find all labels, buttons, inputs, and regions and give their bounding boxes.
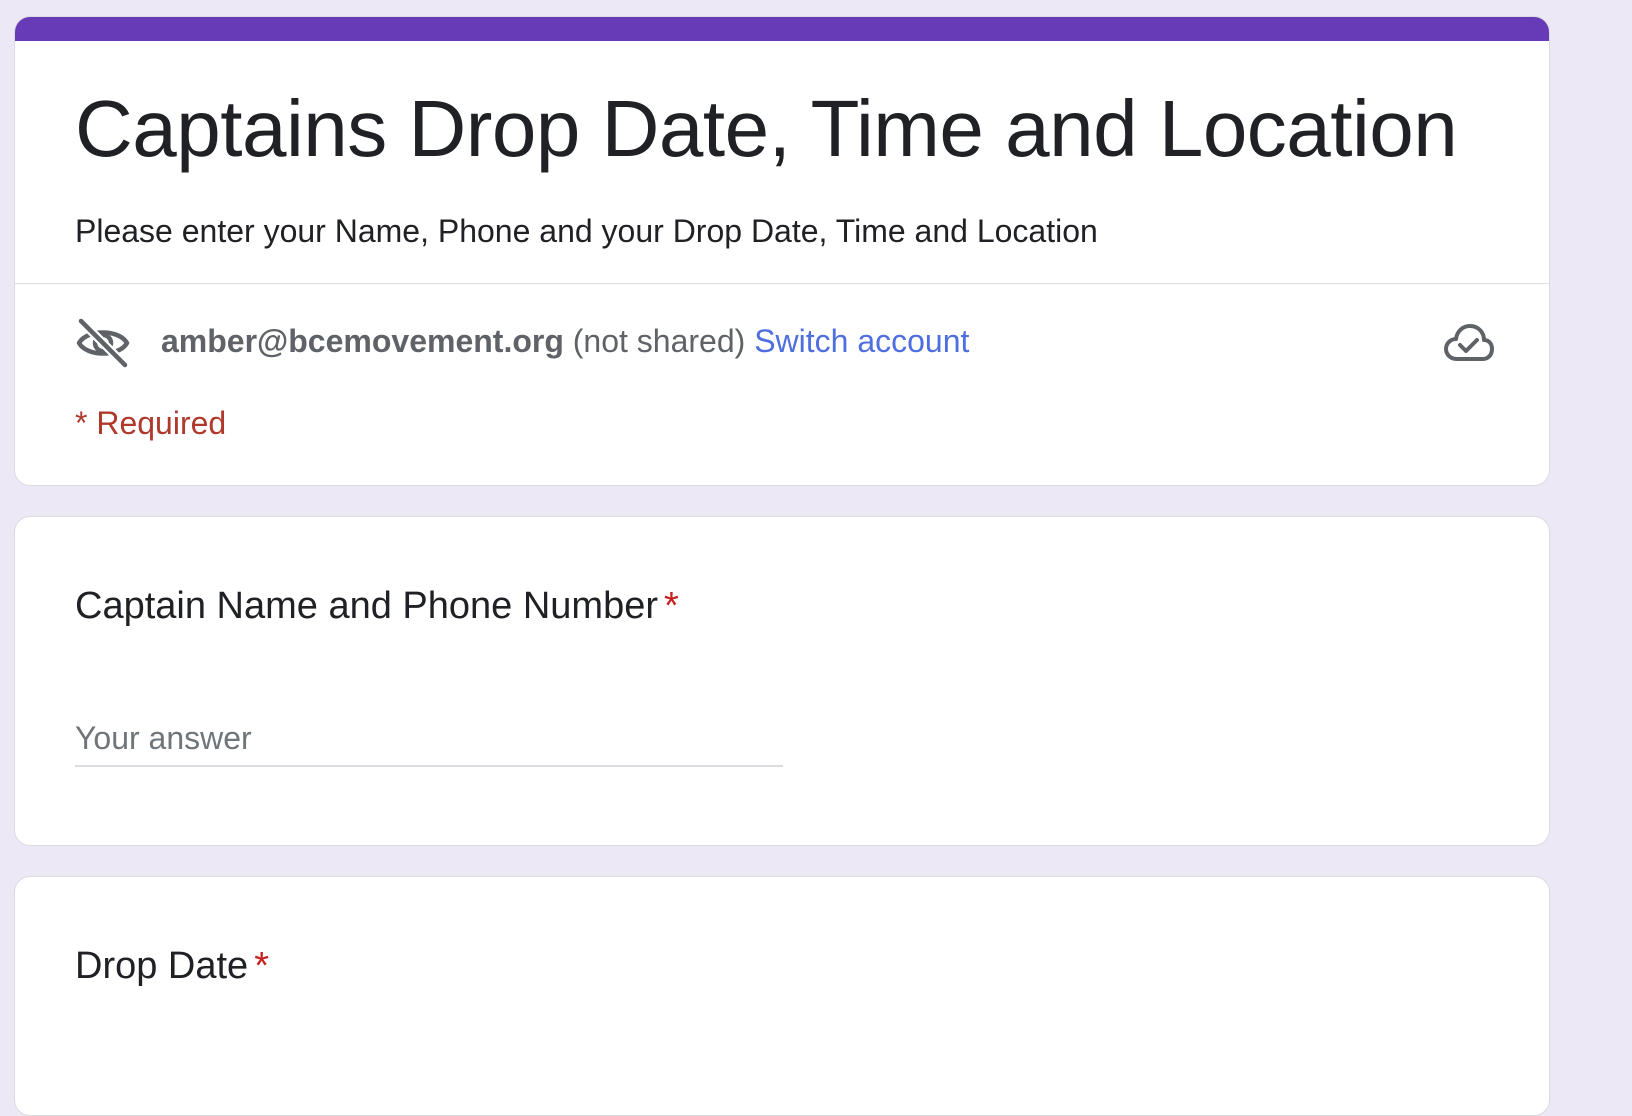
question-card-captain-name: Captain Name and Phone Number *: [14, 516, 1550, 846]
account-row: amber@bcemovement.org (not shared) Switc…: [75, 315, 1495, 371]
switch-account-link[interactable]: Switch account: [754, 323, 969, 359]
required-note: * Required: [75, 405, 227, 441]
question-title-text: Drop Date: [75, 945, 249, 987]
required-asterisk: *: [664, 585, 679, 627]
cloud-done-icon: [1443, 321, 1495, 365]
required-asterisk: *: [254, 945, 269, 987]
divider: [15, 283, 1549, 284]
form-header-card: Captains Drop Date, Time and Location Pl…: [14, 16, 1550, 486]
account-info: amber@bcemovement.org (not shared) Switc…: [161, 321, 969, 361]
question-title-text: Captain Name and Phone Number: [75, 585, 659, 627]
question-card-drop-date: Drop Date *: [14, 876, 1550, 1116]
account-status: (not shared): [572, 323, 746, 359]
account-email: amber@bcemovement.org: [161, 323, 564, 359]
form-description: Please enter your Name, Phone and your D…: [75, 213, 1098, 249]
form-title: Captains Drop Date, Time and Location: [75, 84, 1458, 173]
eye-off-icon: [75, 316, 131, 370]
question-title: Captain Name and Phone Number *: [75, 583, 679, 629]
captain-name-input[interactable]: [75, 711, 783, 767]
question-title: Drop Date *: [75, 943, 269, 989]
accent-bar: [15, 17, 1549, 41]
